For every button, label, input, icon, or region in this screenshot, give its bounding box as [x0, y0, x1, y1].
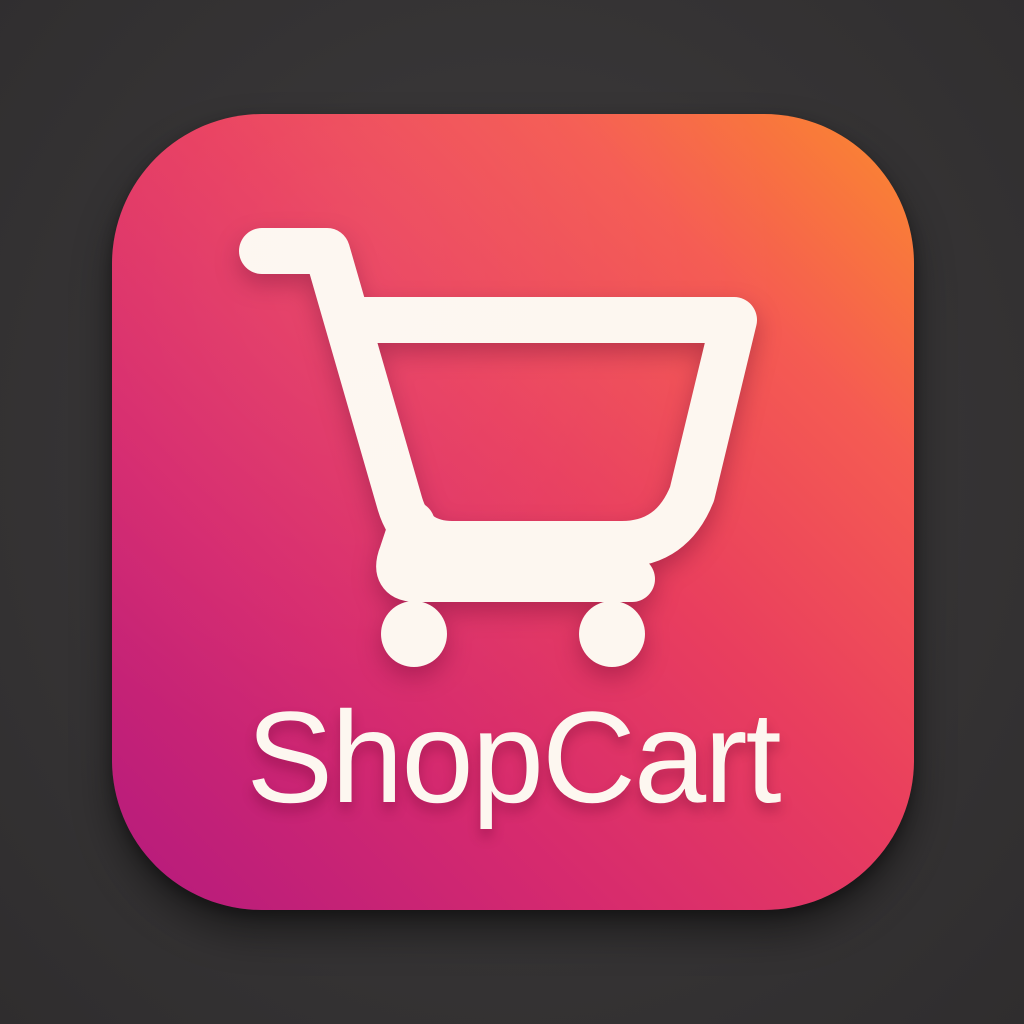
cart-wheel-right	[579, 601, 645, 667]
app-icon-tile[interactable]: ShopCart	[112, 114, 914, 910]
cart-frame	[239, 228, 757, 602]
app-name-label: ShopCart	[246, 684, 781, 830]
cart-wheel-left	[381, 601, 447, 667]
